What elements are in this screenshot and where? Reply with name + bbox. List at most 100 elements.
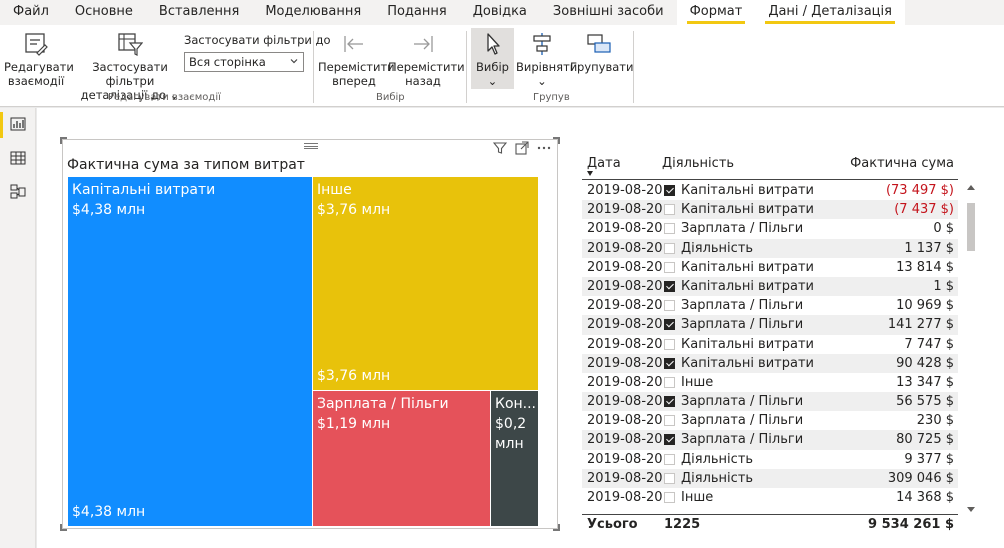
row-checkbox[interactable] xyxy=(664,415,675,427)
model-view-button[interactable] xyxy=(0,176,36,210)
scroll-up-arrow-icon[interactable] xyxy=(967,185,975,190)
edit-interactions-button[interactable]: Редагувати взаємодії xyxy=(4,31,74,88)
send-backward-label-2: назад xyxy=(405,74,441,88)
cell-date: 2019-08-20 xyxy=(587,202,663,218)
chevron-down-icon xyxy=(290,59,298,64)
table-row[interactable]: 2019-08-20 Діяльність 309 046 $ xyxy=(582,468,958,488)
menu-modeling[interactable]: Моделювання xyxy=(252,0,374,25)
apply-filters-dropdown[interactable]: Вся сторінка xyxy=(184,52,304,72)
row-checkbox[interactable] xyxy=(664,338,675,350)
send-backward-button[interactable]: Перемістити назад xyxy=(388,31,465,88)
scroll-down-arrow-icon[interactable] xyxy=(967,507,975,512)
resize-handle-bottom-right[interactable] xyxy=(553,524,560,531)
cell-activity: Капітальні витрати xyxy=(681,355,814,371)
resize-handle-top-left[interactable] xyxy=(60,137,67,144)
treemap-visual[interactable]: Фактична сума за типом витрат Капітальні… xyxy=(60,137,560,531)
apply-filters-value: Вся сторінка xyxy=(189,55,266,69)
row-checkbox[interactable] xyxy=(664,357,675,369)
report-canvas: Фактична сума за типом витрат Капітальні… xyxy=(37,108,1004,548)
treemap-tile-other[interactable]: Інше $3,76 млн $3,76 млн xyxy=(313,177,538,390)
menu-external-tools[interactable]: Зовнішні засоби xyxy=(540,0,677,25)
drag-grip-icon[interactable] xyxy=(304,143,318,149)
row-checkbox[interactable] xyxy=(664,396,675,408)
treemap-title: Фактична сума за типом витрат xyxy=(67,157,305,173)
row-checkbox[interactable] xyxy=(664,492,675,503)
table-row[interactable]: 2019-08-20 Зарплата / Пільги 230 $ xyxy=(582,411,958,430)
report-view-button[interactable] xyxy=(0,108,36,142)
cell-date: 2019-08-20 xyxy=(587,259,663,275)
row-checkbox[interactable] xyxy=(664,434,675,446)
cell-amount: 14 368 $ xyxy=(896,490,954,505)
column-header-activity[interactable]: Діяльність xyxy=(662,156,734,171)
menu-home[interactable]: Основне xyxy=(62,0,146,25)
row-checkbox[interactable] xyxy=(664,472,675,484)
treemap-tile-contracts[interactable]: Кон... $0,2 млн xyxy=(491,391,538,526)
cell-date: 2019-08-20 xyxy=(587,413,663,429)
table-row[interactable]: 2019-08-20 Зарплата / Пільги 0 $ xyxy=(582,219,958,238)
table-row[interactable]: 2019-08-20 Капітальні витрати (7 437 $) xyxy=(582,200,958,220)
bring-forward-button[interactable]: Перемістити вперед xyxy=(318,31,395,88)
table-row[interactable]: 2019-08-20 Зарплата / Пільги 141 277 $ xyxy=(582,315,958,335)
row-checkbox[interactable] xyxy=(664,453,675,465)
row-checkbox[interactable] xyxy=(664,204,675,216)
menu-help[interactable]: Довідка xyxy=(460,0,540,25)
table-row[interactable]: 2019-08-20 Капітальні витрати (73 497 $) xyxy=(582,181,958,200)
table-row[interactable]: 2019-08-20 Інше 13 347 $ xyxy=(582,373,958,392)
focus-mode-icon[interactable] xyxy=(515,141,529,155)
treemap-tile-capital[interactable]: Капітальні витрати $4,38 млн $4,38 млн xyxy=(68,177,312,526)
menu-file[interactable]: Файл xyxy=(0,0,62,25)
table-total-row: Усього 1225 9 534 261 $ xyxy=(582,514,958,536)
resize-handle-bottom-left[interactable] xyxy=(60,524,67,531)
table-row[interactable]: 2019-08-20 Зарплата / Пільги 80 725 $ xyxy=(582,430,958,450)
header-divider xyxy=(582,179,958,180)
table-scrollbar[interactable] xyxy=(966,181,976,514)
table-row[interactable]: 2019-08-20 Капітальні витрати 13 814 $ xyxy=(582,258,958,277)
table-row[interactable]: 2019-08-20 Капітальні витрати 1 $ xyxy=(582,276,958,297)
menu-insert[interactable]: Вставлення xyxy=(146,0,252,25)
bar-chart-icon xyxy=(10,117,26,131)
group-label: Групувати xyxy=(570,60,634,74)
more-options-icon[interactable] xyxy=(537,141,551,155)
row-checkbox[interactable] xyxy=(664,319,675,331)
row-checkbox[interactable] xyxy=(664,223,675,235)
table-row[interactable]: 2019-08-20 Інше 14 368 $ xyxy=(582,488,958,507)
cell-amount: (7 437 $) xyxy=(894,202,954,218)
tile-value-bottom: $4,38 млн xyxy=(72,504,146,520)
row-checkbox[interactable] xyxy=(664,300,675,312)
table-row[interactable]: 2019-08-20 Зарплата / Пільги 56 575 $ xyxy=(582,392,958,412)
apply-filters-label: Застосувати фільтри до xyxy=(184,33,331,47)
table-row[interactable]: 2019-08-20 Діяльність 1 137 $ xyxy=(582,238,958,258)
row-checkbox[interactable] xyxy=(664,376,675,388)
table-row[interactable]: 2019-08-20 Капітальні витрати 90 428 $ xyxy=(582,353,958,373)
data-view-button[interactable] xyxy=(0,142,36,176)
column-header-amount[interactable]: Фактична сума xyxy=(850,156,954,171)
align-icon xyxy=(533,33,551,55)
send-backward-icon xyxy=(414,36,433,52)
cell-date: 2019-08-20 xyxy=(587,336,663,352)
row-checkbox[interactable] xyxy=(664,261,675,273)
align-button[interactable]: Вирівняти ⌄ xyxy=(516,31,577,88)
filter-icon[interactable] xyxy=(493,141,507,155)
table-row[interactable]: 2019-08-20 Діяльність 9 377 $ xyxy=(582,450,958,469)
table-row[interactable]: 2019-08-20 Зарплата / Пільги 10 969 $ xyxy=(582,296,958,315)
table-row[interactable]: 2019-08-20 Капітальні витрати 7 747 $ xyxy=(582,335,958,354)
row-checkbox[interactable] xyxy=(664,280,675,292)
table-visual[interactable]: Дата Діяльність Фактична сума 2019-08-20… xyxy=(582,152,988,532)
resize-handle-top-right[interactable] xyxy=(553,137,560,144)
group-label-group: Групув xyxy=(533,92,570,103)
cell-amount: 1 $ xyxy=(933,278,954,294)
row-checkbox[interactable] xyxy=(664,185,675,196)
column-header-date[interactable]: Дата xyxy=(587,156,621,171)
scroll-thumb[interactable] xyxy=(967,203,975,251)
treemap-tile-salary[interactable]: Зарплата / Пільги $1,19 млн xyxy=(313,391,490,526)
menu-format[interactable]: Формат xyxy=(676,0,756,25)
cursor-arrow-icon xyxy=(486,33,500,55)
cell-activity: Капітальні витрати xyxy=(681,183,814,198)
group-button[interactable]: Групувати xyxy=(570,31,634,74)
select-button[interactable]: Вибір ⌄ xyxy=(471,31,514,88)
menu-data-drill[interactable]: Дані / Деталізація xyxy=(755,0,905,25)
cell-activity: Діяльність xyxy=(681,240,754,256)
menu-view[interactable]: Подання xyxy=(374,0,460,25)
cell-amount: 0 $ xyxy=(933,221,954,237)
row-checkbox[interactable] xyxy=(664,242,675,254)
